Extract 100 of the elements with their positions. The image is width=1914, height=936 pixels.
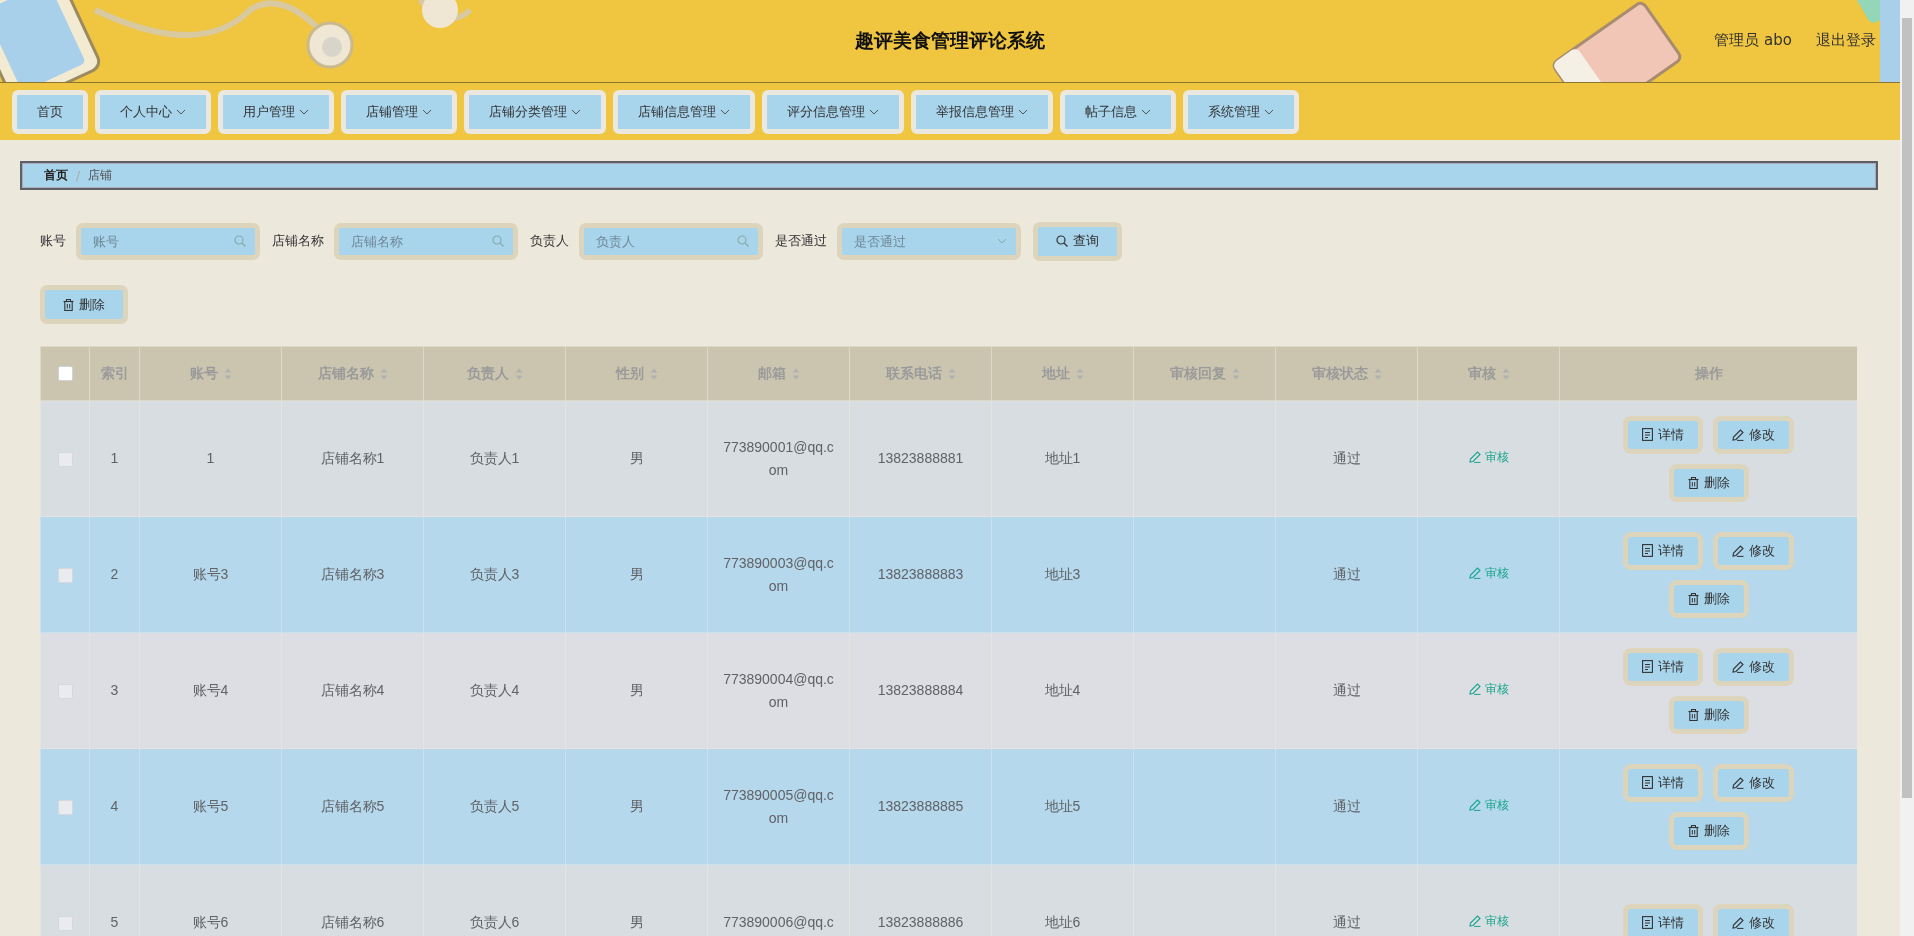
pencil-icon	[1732, 428, 1744, 441]
search-icon	[1056, 235, 1068, 247]
detail-button[interactable]: 详情	[1623, 903, 1703, 936]
delete-button[interactable]: 删除	[1668, 463, 1749, 502]
table-cell: 通过	[1275, 632, 1418, 749]
nav-menu-button[interactable]: 店铺管理	[341, 89, 457, 134]
document-icon	[1642, 776, 1653, 789]
table-cell: 13823888885	[849, 748, 992, 865]
nav-menu-button[interactable]: 举报信息管理	[911, 89, 1053, 134]
edit-button[interactable]: 修改	[1713, 647, 1794, 686]
table-cell: 13823888883	[849, 516, 992, 633]
nav-menu-button[interactable]: 个人中心	[95, 89, 211, 134]
table-cell: 地址4	[991, 632, 1134, 749]
search-field[interactable]: 账号	[76, 222, 260, 260]
table-cell: 通过	[1275, 400, 1418, 517]
nav-menu-button[interactable]: 帖子信息	[1060, 89, 1176, 134]
user-label: 管理员 abo	[1714, 31, 1792, 50]
nav-menu-button[interactable]: 评分信息管理	[762, 89, 904, 134]
logout-link[interactable]: 退出登录	[1816, 31, 1876, 50]
nav-menu-button[interactable]: 店铺信息管理	[613, 89, 755, 134]
row-checkbox[interactable]	[57, 568, 73, 584]
trash-icon	[1687, 824, 1699, 837]
edit-button[interactable]: 修改	[1713, 415, 1794, 454]
table-cell: 男	[565, 632, 708, 749]
search-icon	[492, 235, 504, 247]
table-cell: 男	[565, 864, 708, 936]
scrollbar-thumb[interactable]	[1902, 18, 1912, 798]
detail-button[interactable]: 详情	[1623, 415, 1703, 454]
pencil-icon	[1468, 567, 1481, 580]
delete-button[interactable]: 删除	[1668, 579, 1749, 618]
pencil-icon	[1468, 683, 1481, 696]
table-cell: 账号6	[139, 864, 282, 936]
row-checkbox[interactable]	[57, 800, 73, 816]
table-cell: 负责人4	[423, 632, 566, 749]
table-cell: 1	[89, 400, 140, 517]
trash-icon	[1687, 476, 1699, 489]
table-cell: 5	[89, 864, 140, 936]
edit-button[interactable]: 修改	[1713, 763, 1794, 802]
field-label: 负责人	[530, 232, 569, 250]
search-field[interactable]: 店铺名称	[334, 222, 518, 260]
document-icon	[1642, 660, 1653, 673]
delete-button[interactable]: 删除	[40, 285, 128, 324]
breadcrumb-item: 店铺	[88, 167, 113, 184]
table-cell: 13823888886	[849, 864, 992, 936]
pencil-icon	[1468, 915, 1481, 928]
document-icon	[1642, 544, 1653, 557]
detail-button[interactable]: 详情	[1623, 647, 1703, 686]
pencil-icon	[1732, 776, 1744, 789]
trash-icon	[1687, 708, 1699, 721]
detail-button[interactable]: 详情	[1623, 531, 1703, 570]
edit-button[interactable]: 修改	[1713, 531, 1794, 570]
select-all-checkbox[interactable]	[57, 366, 73, 382]
table-cell: 773890001@qq.com	[707, 400, 850, 517]
breadcrumb-item[interactable]: 首页	[44, 167, 68, 184]
table-cell: 通过	[1275, 516, 1418, 633]
table-cell: 账号4	[139, 632, 282, 749]
pencil-icon	[1468, 451, 1481, 464]
edit-button[interactable]: 修改	[1713, 903, 1794, 936]
search-field[interactable]: 负责人	[579, 222, 763, 260]
table-cell: 负责人1	[423, 400, 566, 517]
table-cell: 地址6	[991, 864, 1134, 936]
table-cell: 店铺名称6	[281, 864, 424, 936]
detail-button[interactable]: 详情	[1623, 763, 1703, 802]
select-field[interactable]: 是否通过	[837, 222, 1021, 260]
delete-button[interactable]: 删除	[1668, 695, 1749, 734]
table-cell: 店铺名称5	[281, 748, 424, 865]
table-cell: 773890006@qq.c	[707, 864, 850, 936]
search-button[interactable]: 查询	[1033, 221, 1122, 261]
field-label: 是否通过	[775, 232, 827, 250]
table-cell: 通过	[1275, 864, 1418, 936]
pencil-icon	[1732, 544, 1744, 557]
nav-menu-button[interactable]: 店铺分类管理	[464, 89, 606, 134]
nav-menu-button[interactable]: 系统管理	[1183, 89, 1299, 134]
nav-menu-button[interactable]: 用户管理	[218, 89, 334, 134]
table-cell: 4	[89, 748, 140, 865]
table-cell: 13823888884	[849, 632, 992, 749]
nav-menu-button[interactable]: 首页	[12, 89, 88, 134]
table-cell: 773890004@qq.com	[707, 632, 850, 749]
table-cell: 773890005@qq.com	[707, 748, 850, 865]
table-cell: 店铺名称4	[281, 632, 424, 749]
table-cell: 地址1	[991, 400, 1134, 517]
app-title: 趣评美食管理评论系统	[855, 29, 1045, 51]
table-cell: 账号5	[139, 748, 282, 865]
table-cell: 男	[565, 400, 708, 517]
table-cell: 773890003@qq.com	[707, 516, 850, 633]
table-cell: 账号3	[139, 516, 282, 633]
table-cell: 负责人5	[423, 748, 566, 865]
table-cell: 店铺名称1	[281, 400, 424, 517]
pencil-icon	[1732, 660, 1744, 673]
trash-icon	[1687, 592, 1699, 605]
search-icon	[234, 235, 246, 247]
table-cell: 通过	[1275, 748, 1418, 865]
table-cell: 负责人6	[423, 864, 566, 936]
delete-button[interactable]: 删除	[1668, 811, 1749, 850]
table-cell: 2	[89, 516, 140, 633]
table-cell: 负责人3	[423, 516, 566, 633]
table-cell: 男	[565, 748, 708, 865]
trash-icon	[63, 298, 74, 311]
field-label: 店铺名称	[272, 232, 324, 250]
document-icon	[1642, 916, 1653, 929]
